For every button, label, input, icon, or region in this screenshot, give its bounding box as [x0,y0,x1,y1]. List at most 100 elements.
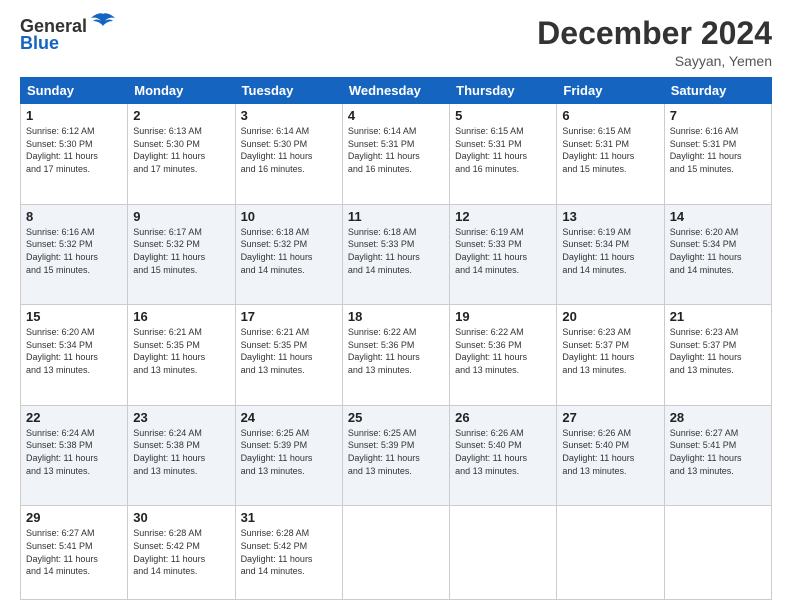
day-info: Sunrise: 6:20 AMSunset: 5:34 PMDaylight:… [26,326,122,376]
header-thursday: Thursday [450,78,557,104]
month-title: December 2024 [537,16,772,51]
logo: General Blue [20,16,117,54]
title-area: December 2024 Sayyan, Yemen [537,16,772,69]
calendar-cell: 11Sunrise: 6:18 AMSunset: 5:33 PMDayligh… [342,204,449,305]
calendar-cell: 18 Sunrise: 6:22 AMSunset: 5:36 PMDayligh… [342,305,449,406]
day-info: Sunrise: 6:28 AMSunset: 5:42 PMDaylight:… [241,527,337,577]
calendar-cell: 3Sunrise: 6:14 AMSunset: 5:30 PMDaylight… [235,104,342,205]
calendar-cell: 15 Sunrise: 6:20 AMSunset: 5:34 PMDayligh… [21,305,128,406]
day-number: 24 [241,410,337,425]
calendar-cell: 14Sunrise: 6:20 AMSunset: 5:34 PMDayligh… [664,204,771,305]
day-number: 19 [455,309,551,324]
header-sunday: Sunday [21,78,128,104]
header-wednesday: Wednesday [342,78,449,104]
day-info: Sunrise: 6:15 AMSunset: 5:31 PMDaylight:… [455,125,551,175]
calendar-cell: 2 Sunrise: 6:13 AMSunset: 5:30 PMDaylight… [128,104,235,205]
calendar-cell: 24 Sunrise: 6:25 AMSunset: 5:39 PMDayligh… [235,405,342,506]
day-info: Sunrise: 6:27 AMSunset: 5:41 PMDaylight:… [26,527,122,577]
calendar-cell: 16 Sunrise: 6:21 AMSunset: 5:35 PMDayligh… [128,305,235,406]
calendar-cell: 26 Sunrise: 6:26 AMSunset: 5:40 PMDayligh… [450,405,557,506]
calendar-cell [342,506,449,600]
day-number: 1 [26,108,122,123]
calendar-cell [450,506,557,600]
calendar-cell: 27 Sunrise: 6:26 AMSunset: 5:40 PMDayligh… [557,405,664,506]
calendar: Sunday Monday Tuesday Wednesday Thursday… [20,77,772,600]
day-info: Sunrise: 6:21 AMSunset: 5:35 PMDaylight:… [241,326,337,376]
day-number: 25 [348,410,444,425]
day-number: 20 [562,309,658,324]
calendar-cell [664,506,771,600]
calendar-cell: 22Sunrise: 6:24 AMSunset: 5:38 PMDayligh… [21,405,128,506]
day-info: Sunrise: 6:14 AMSunset: 5:30 PMDaylight:… [241,125,337,175]
day-info: Sunrise: 6:16 AMSunset: 5:31 PMDaylight:… [670,125,766,175]
calendar-cell: 28 Sunrise: 6:27 AMSunset: 5:41 PMDayligh… [664,405,771,506]
weekday-header-row: Sunday Monday Tuesday Wednesday Thursday… [21,78,772,104]
header-tuesday: Tuesday [235,78,342,104]
day-number: 15 [26,309,122,324]
calendar-cell: 12 Sunrise: 6:19 AMSunset: 5:33 PMDayligh… [450,204,557,305]
day-info: Sunrise: 6:12 AMSunset: 5:30 PMDaylight:… [26,125,122,175]
day-info: Sunrise: 6:19 AMSunset: 5:34 PMDaylight:… [562,226,658,276]
day-number: 23 [133,410,229,425]
calendar-cell: 8 Sunrise: 6:16 AMSunset: 5:32 PMDaylight… [21,204,128,305]
day-number: 30 [133,510,229,525]
day-number: 12 [455,209,551,224]
calendar-cell: 29 Sunrise: 6:27 AMSunset: 5:41 PMDayligh… [21,506,128,600]
location: Sayyan, Yemen [537,53,772,69]
day-number: 7 [670,108,766,123]
day-info: Sunrise: 6:23 AMSunset: 5:37 PMDaylight:… [670,326,766,376]
week-row-1: 1 Sunrise: 6:12 AMSunset: 5:30 PMDaylight… [21,104,772,205]
day-info: Sunrise: 6:26 AMSunset: 5:40 PMDaylight:… [455,427,551,477]
day-number: 6 [562,108,658,123]
day-number: 26 [455,410,551,425]
calendar-cell: 5 Sunrise: 6:15 AMSunset: 5:31 PMDaylight… [450,104,557,205]
day-number: 29 [26,510,122,525]
day-info: Sunrise: 6:24 AMSunset: 5:38 PMDaylight:… [26,427,122,477]
day-info: Sunrise: 6:22 AMSunset: 5:36 PMDaylight:… [455,326,551,376]
calendar-cell: 21 Sunrise: 6:23 AMSunset: 5:37 PMDayligh… [664,305,771,406]
calendar-cell: 4Sunrise: 6:14 AMSunset: 5:31 PMDaylight… [342,104,449,205]
logo-bird-icon [89,12,117,34]
day-number: 4 [348,108,444,123]
day-info: Sunrise: 6:25 AMSunset: 5:39 PMDaylight:… [241,427,337,477]
day-info: Sunrise: 6:21 AMSunset: 5:35 PMDaylight:… [133,326,229,376]
day-number: 21 [670,309,766,324]
day-number: 16 [133,309,229,324]
day-number: 18 [348,309,444,324]
header-friday: Friday [557,78,664,104]
day-number: 5 [455,108,551,123]
calendar-cell: 30Sunrise: 6:28 AMSunset: 5:42 PMDayligh… [128,506,235,600]
day-info: Sunrise: 6:17 AMSunset: 5:32 PMDaylight:… [133,226,229,276]
calendar-cell: 7 Sunrise: 6:16 AMSunset: 5:31 PMDaylight… [664,104,771,205]
day-info: Sunrise: 6:18 AMSunset: 5:32 PMDaylight:… [241,226,337,276]
day-info: Sunrise: 6:26 AMSunset: 5:40 PMDaylight:… [562,427,658,477]
day-number: 13 [562,209,658,224]
day-info: Sunrise: 6:13 AMSunset: 5:30 PMDaylight:… [133,125,229,175]
header: General Blue December 2024 Sayyan, Yemen [20,16,772,69]
day-info: Sunrise: 6:24 AMSunset: 5:38 PMDaylight:… [133,427,229,477]
header-saturday: Saturday [664,78,771,104]
day-info: Sunrise: 6:20 AMSunset: 5:34 PMDaylight:… [670,226,766,276]
calendar-cell: 6Sunrise: 6:15 AMSunset: 5:31 PMDaylight… [557,104,664,205]
page: General Blue December 2024 Sayyan, Yemen… [0,0,792,612]
day-info: Sunrise: 6:27 AMSunset: 5:41 PMDaylight:… [670,427,766,477]
header-monday: Monday [128,78,235,104]
day-info: Sunrise: 6:25 AMSunset: 5:39 PMDaylight:… [348,427,444,477]
logo-text: General Blue [20,16,117,54]
day-number: 8 [26,209,122,224]
day-number: 17 [241,309,337,324]
calendar-cell: 23 Sunrise: 6:24 AMSunset: 5:38 PMDayligh… [128,405,235,506]
week-row-3: 15 Sunrise: 6:20 AMSunset: 5:34 PMDayligh… [21,305,772,406]
day-info: Sunrise: 6:16 AMSunset: 5:32 PMDaylight:… [26,226,122,276]
calendar-cell: 25 Sunrise: 6:25 AMSunset: 5:39 PMDayligh… [342,405,449,506]
day-info: Sunrise: 6:19 AMSunset: 5:33 PMDaylight:… [455,226,551,276]
day-number: 28 [670,410,766,425]
day-number: 27 [562,410,658,425]
calendar-cell: 17 Sunrise: 6:21 AMSunset: 5:35 PMDayligh… [235,305,342,406]
day-info: Sunrise: 6:18 AMSunset: 5:33 PMDaylight:… [348,226,444,276]
day-info: Sunrise: 6:22 AMSunset: 5:36 PMDaylight:… [348,326,444,376]
day-number: 10 [241,209,337,224]
week-row-5: 29 Sunrise: 6:27 AMSunset: 5:41 PMDayligh… [21,506,772,600]
day-number: 2 [133,108,229,123]
day-number: 9 [133,209,229,224]
